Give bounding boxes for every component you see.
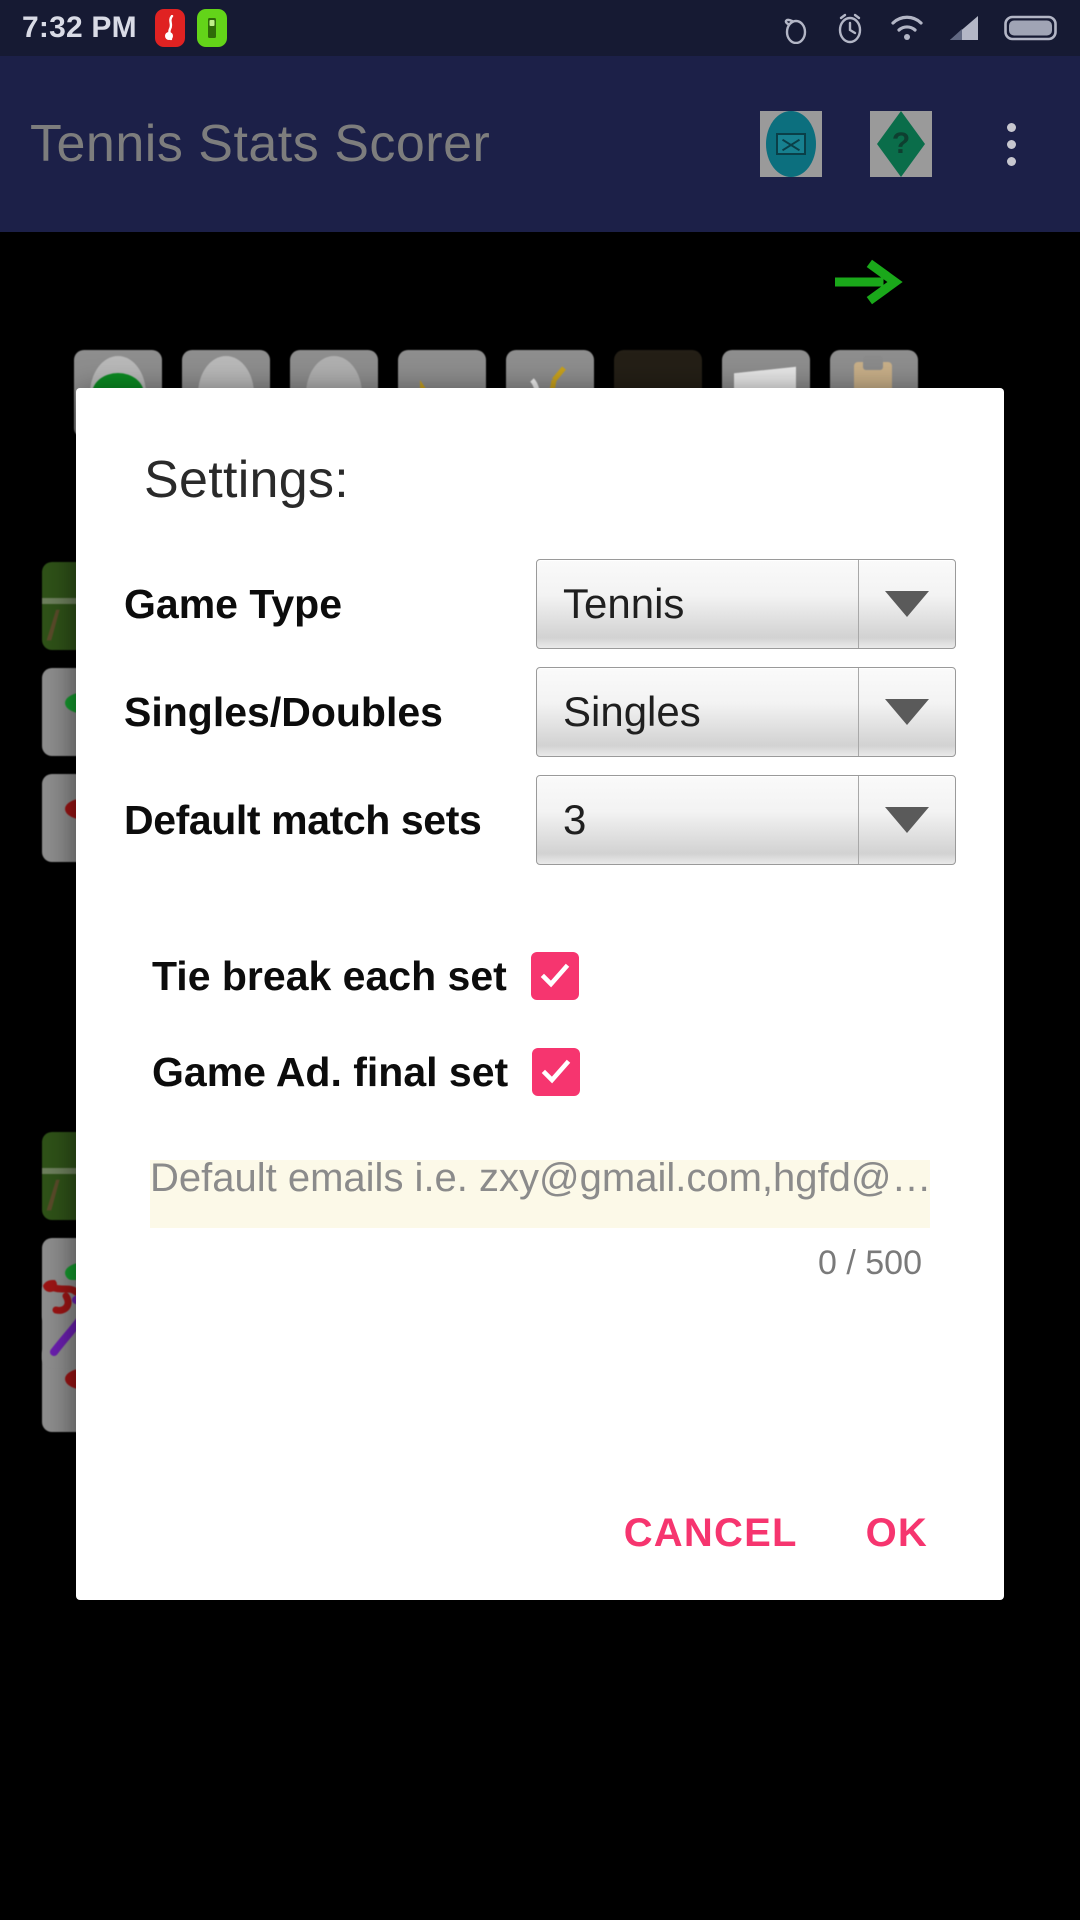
default-match-sets-spinner[interactable]: 3 <box>536 775 956 865</box>
row-game-type: Game Type Tennis <box>124 550 956 658</box>
dialog-actions: CANCEL OK <box>76 1511 1004 1556</box>
default-emails-field-wrap: Default emails i.e. zxy@gmail.com,hgfd@…… <box>124 1156 956 1283</box>
tie-break-each-set-label: Tie break each set <box>152 952 507 999</box>
game-ad-final-set-checkbox[interactable] <box>532 1048 581 1096</box>
default-match-sets-value: 3 <box>537 776 859 864</box>
game-ad-final-set-label: Game Ad. final set <box>152 1048 509 1095</box>
singles-doubles-spinner[interactable]: Singles <box>536 667 956 757</box>
row-singles-doubles: Singles/Doubles Singles <box>124 658 956 766</box>
chevron-down-icon <box>859 560 955 648</box>
phone-screen: 7:32 PM Tennis Stats Scorer ? Settings: … <box>0 0 1080 1920</box>
game-type-value: Tennis <box>537 560 859 648</box>
game-type-label: Game Type <box>124 580 342 627</box>
game-type-spinner[interactable]: Tennis <box>536 559 956 649</box>
row-default-match-sets: Default match sets 3 <box>124 766 956 874</box>
chevron-down-icon <box>859 668 955 756</box>
singles-doubles-label: Singles/Doubles <box>124 688 443 735</box>
ok-button[interactable]: OK <box>866 1511 928 1556</box>
tie-break-each-set-checkbox[interactable] <box>530 952 579 1000</box>
checkbox-rows: Tie break each set Game Ad. final set <box>124 928 956 1120</box>
row-game-ad-final-set: Game Ad. final set <box>152 1024 956 1120</box>
default-match-sets-label: Default match sets <box>124 796 482 843</box>
check-icon <box>540 963 570 988</box>
cancel-button[interactable]: CANCEL <box>624 1511 798 1556</box>
spinner-rows: Game Type Tennis Singles/Doubles Singles… <box>124 550 956 874</box>
character-counter: 0 / 500 <box>818 1244 922 1282</box>
chevron-down-icon <box>859 776 955 864</box>
singles-doubles-value: Singles <box>537 668 859 756</box>
check-icon <box>541 1059 571 1084</box>
settings-dialog: Settings: Game Type Tennis Singles/Doubl… <box>76 388 1004 1600</box>
default-emails-input[interactable] <box>150 1160 930 1228</box>
row-tie-break-each-set: Tie break each set <box>152 928 956 1024</box>
dialog-title: Settings: <box>144 451 350 509</box>
